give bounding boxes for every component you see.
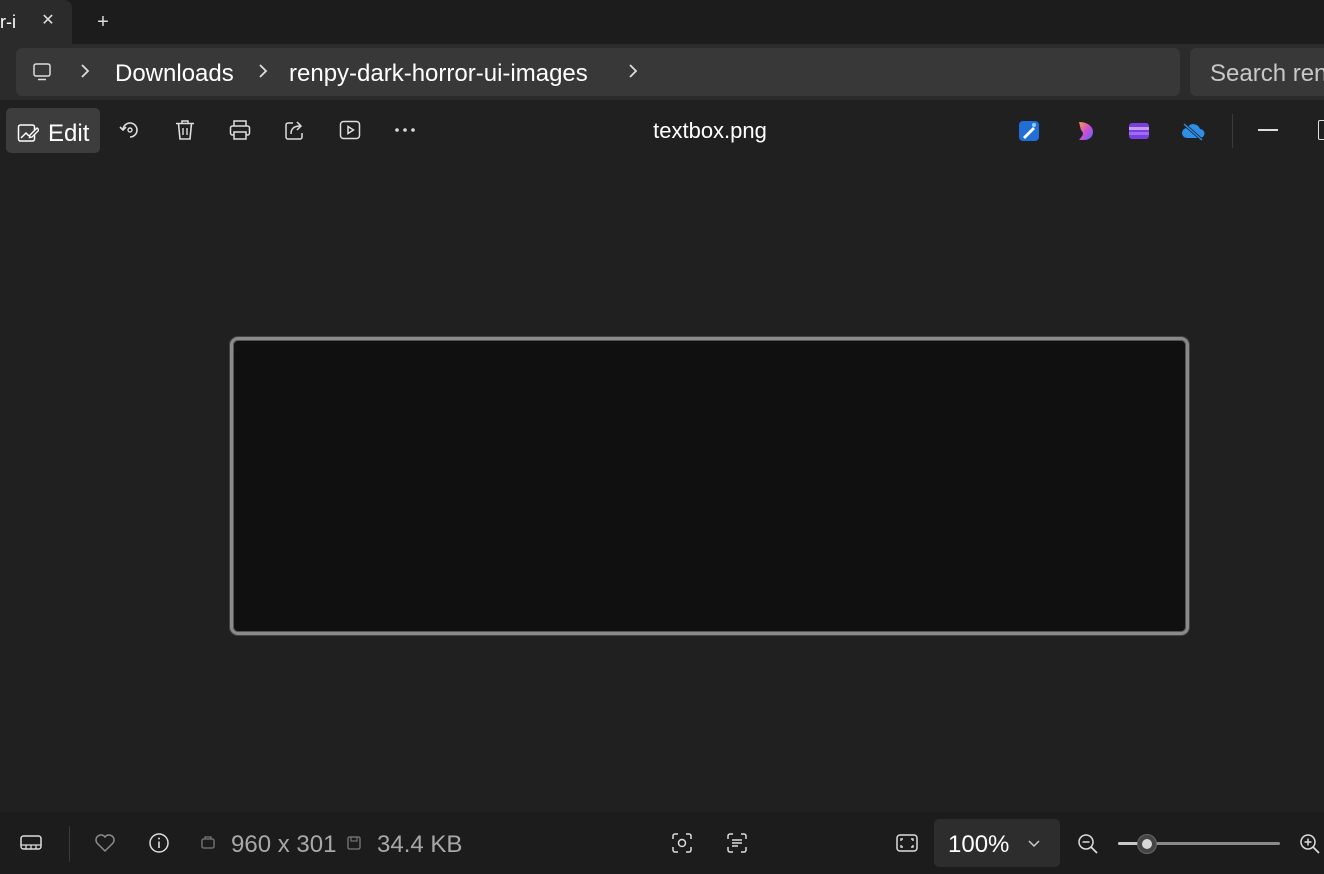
fit-to-window-icon[interactable] [895, 831, 919, 855]
chevron-right-icon[interactable] [626, 61, 640, 81]
maximize-icon[interactable] [1318, 120, 1324, 140]
status-bar: 960 x 301 34.4 KB 100% [0, 812, 1324, 874]
zoom-dropdown[interactable]: 100% [934, 819, 1060, 867]
onedrive-icon[interactable] [1181, 119, 1205, 143]
dimensions-icon [201, 836, 215, 849]
visual-search-icon[interactable] [670, 831, 694, 855]
search-input[interactable]: Search ren [1190, 48, 1324, 96]
zoom-slider-thumb[interactable] [1137, 834, 1158, 854]
copilot-icon[interactable] [1073, 119, 1097, 143]
tab-strip: r-i ✕ + [0, 0, 1324, 44]
chevron-down-icon [1028, 840, 1040, 848]
image-dimensions: 960 x 301 [231, 831, 337, 858]
new-tab-button[interactable]: + [92, 11, 114, 33]
more-icon[interactable] [393, 118, 417, 142]
toolbar: Edit textbox.png [0, 100, 1324, 160]
slideshow-icon[interactable] [338, 118, 362, 142]
image-canvas[interactable] [0, 160, 1324, 812]
filmstrip-icon[interactable] [19, 831, 43, 855]
info-icon[interactable] [147, 831, 171, 855]
zoom-value: 100% [948, 831, 1010, 858]
favorite-heart-icon[interactable] [93, 831, 117, 855]
edit-button[interactable]: Edit [6, 108, 100, 153]
breadcrumb-item-downloads[interactable]: Downloads [115, 60, 234, 88]
delete-icon[interactable] [173, 118, 197, 142]
file-name-title: textbox.png [653, 118, 767, 143]
clipchamp-icon[interactable] [1127, 119, 1151, 143]
tab-title: r-i [0, 12, 16, 32]
minimize-icon[interactable] [1258, 129, 1278, 131]
share-icon[interactable] [283, 118, 307, 142]
address-bar: Downloads renpy-dark-horror-ui-images Se… [0, 44, 1324, 100]
photos-editor-icon[interactable] [1017, 119, 1041, 143]
search-placeholder: Search ren [1210, 60, 1324, 87]
displayed-image-textbox [230, 337, 1189, 635]
status-divider [69, 826, 70, 862]
breadcrumb-item-folder[interactable]: renpy-dark-horror-ui-images [289, 60, 588, 88]
print-icon[interactable] [228, 118, 252, 142]
tab-active[interactable]: r-i ✕ [0, 0, 72, 44]
chevron-right-icon[interactable] [256, 61, 270, 81]
close-tab-icon[interactable]: ✕ [38, 11, 58, 31]
edit-image-icon [17, 124, 39, 142]
this-pc-icon[interactable] [32, 62, 52, 82]
rotate-icon[interactable] [118, 118, 142, 142]
toolbar-divider [1232, 114, 1233, 148]
edit-label: Edit [48, 120, 90, 147]
text-scan-icon[interactable] [725, 831, 749, 855]
chevron-right-icon[interactable] [78, 61, 92, 81]
save-disk-icon [347, 836, 361, 850]
zoom-in-icon[interactable] [1298, 832, 1322, 856]
breadcrumb[interactable]: Downloads renpy-dark-horror-ui-images [16, 48, 1180, 96]
zoom-out-icon[interactable] [1076, 832, 1100, 856]
file-size: 34.4 KB [377, 831, 463, 858]
